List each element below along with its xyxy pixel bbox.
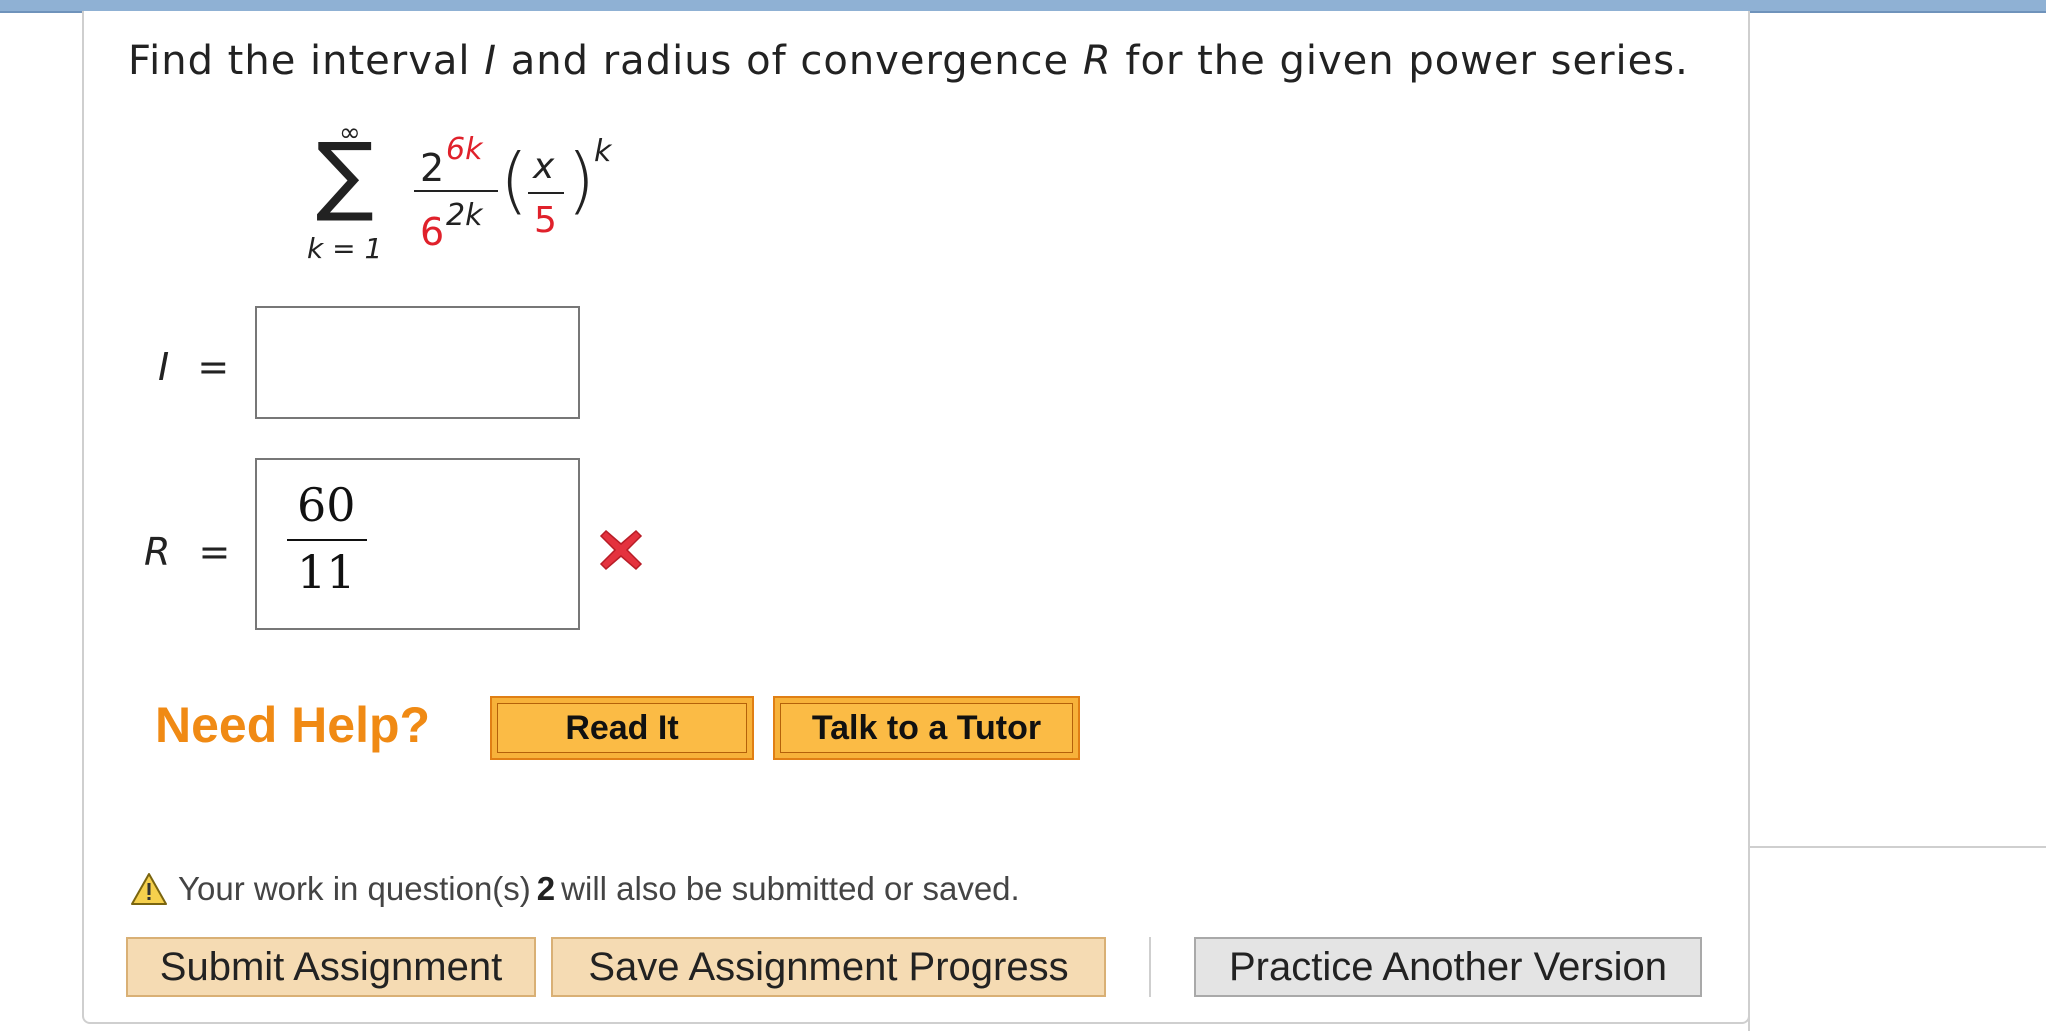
radius-label: R = (144, 530, 230, 574)
warning-prefix: Your work in question(s) (178, 870, 531, 907)
read-it-button[interactable]: Read It (490, 696, 754, 760)
denominator-exponent: 2k (446, 198, 483, 233)
inner-numerator: x (533, 146, 555, 187)
question-var-r: R (1082, 38, 1112, 84)
button-separator (1149, 937, 1151, 997)
x-mark-icon (599, 529, 643, 571)
question-suffix: for the given power series. (1111, 38, 1689, 84)
submission-warning: Your work in question(s) 2 will also be … (130, 870, 1020, 908)
inner-fraction-bar (528, 192, 564, 194)
warning-question-number: 2 (536, 870, 556, 907)
practice-another-version-button[interactable]: Practice Another Version (1194, 937, 1702, 997)
interval-equals: = (197, 345, 230, 389)
warning-suffix: will also be submitted or saved. (561, 870, 1020, 907)
talk-to-tutor-label: Talk to a Tutor (780, 703, 1073, 753)
radius-label-var: R (144, 530, 171, 574)
save-assignment-progress-button[interactable]: Save Assignment Progress (551, 937, 1106, 997)
need-help-title: Need Help? (155, 697, 431, 753)
question-middle: and radius of convergence (497, 38, 1083, 84)
interval-label: I = (158, 345, 229, 389)
numerator-exponent: 6k (446, 132, 483, 167)
left-parenthesis: ( (500, 138, 529, 222)
radius-denominator: 11 (297, 545, 356, 599)
sum-lower-limit: k = 1 (307, 232, 382, 265)
question-text: Find the interval I and radius of conver… (128, 38, 1689, 84)
sum-lower-limit-text: k = 1 (307, 232, 383, 265)
right-parenthesis: ) (567, 138, 596, 222)
radius-input[interactable]: 60 11 (255, 458, 580, 630)
denominator-base: 6 (420, 210, 445, 254)
outer-exponent: k (594, 134, 612, 169)
sigma-symbol: ∑ (316, 125, 374, 225)
inner-denominator: 5 (534, 200, 557, 241)
series-fraction-bar (414, 190, 498, 192)
question-prefix: Find the interval (128, 38, 485, 84)
talk-to-tutor-button[interactable]: Talk to a Tutor (773, 696, 1080, 760)
interval-label-var: I (158, 345, 170, 389)
radius-fraction-bar (287, 539, 367, 541)
submit-assignment-button[interactable]: Submit Assignment (126, 937, 536, 997)
interval-input[interactable] (255, 306, 580, 419)
question-var-i: I (484, 38, 498, 84)
radius-numerator: 60 (297, 478, 356, 532)
numerator-base: 2 (420, 146, 445, 190)
warning-triangle-icon (131, 873, 167, 905)
side-panel (1748, 846, 2046, 1031)
radius-equals: = (198, 530, 231, 574)
read-it-label: Read It (497, 703, 747, 753)
